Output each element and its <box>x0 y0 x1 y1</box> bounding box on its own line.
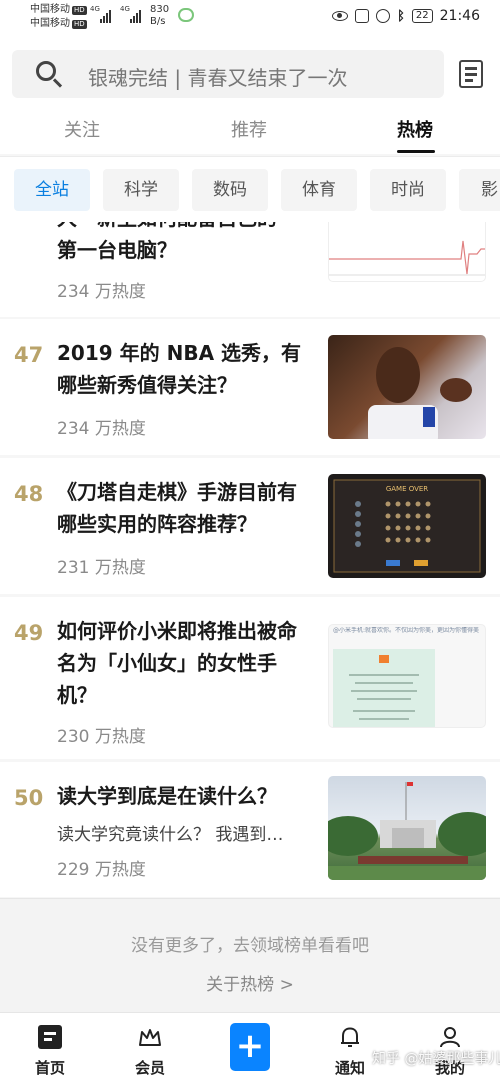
chart-thumbnail <box>329 240 485 276</box>
search-input[interactable]: 银魂完结 | 青春又结束了一次 <box>88 62 347 91</box>
battery-icon: 22 <box>411 9 433 23</box>
item-excerpt: 读大学究竟读什么？ 我遇到… <box>57 825 284 845</box>
tab-hot[interactable]: 热榜 <box>397 116 433 142</box>
add-button[interactable]: + <box>230 1023 270 1071</box>
chip-all[interactable]: 全站 <box>14 169 90 211</box>
eye-comfort-icon <box>332 11 349 21</box>
chip-sports[interactable]: 体育 <box>281 169 357 211</box>
carrier-2: 中国移动 HD <box>30 18 87 29</box>
list-item[interactable]: 50 读大学到底是在读什么？ 读大学究竟读什么？ 我遇到… 229 万热度 <box>0 762 500 897</box>
chip-fashion[interactable]: 时尚 <box>370 169 446 211</box>
nav-home-label: 首页 <box>34 1059 65 1077</box>
photo-basketball-player <box>368 347 472 439</box>
nfc-icon <box>355 9 370 23</box>
item-rank: 49 <box>14 621 44 645</box>
person-icon <box>440 1027 460 1048</box>
crown-icon <box>139 1029 161 1046</box>
item-thumbnail <box>328 222 486 282</box>
svg-text:GAME OVER: GAME OVER <box>386 485 428 493</box>
item-title: 读大学到底是在读什么？ <box>57 784 277 808</box>
item-heat: 230 万热度 <box>57 727 146 747</box>
write-icon[interactable] <box>459 60 483 88</box>
bluetooth-icon: ᛒ <box>397 8 405 24</box>
about-hot-list-link[interactable]: 关于热榜 > <box>0 970 500 995</box>
search-icon <box>36 61 56 81</box>
item-rank: 48 <box>14 482 44 506</box>
item-thumbnail <box>328 776 486 880</box>
carrier-1: 中国移动 HD <box>30 4 87 15</box>
item-title: 如何评价小米即将推出被命名为「小仙女」的女性手机？ <box>57 619 297 707</box>
clock: 21:46 <box>439 8 480 24</box>
item-thumbnail: @小米手机:就喜欢你。不仅因为你美，更因为你懂得美 <box>328 624 486 728</box>
item-thumbnail <box>328 335 486 439</box>
watermark: 知乎 @姑婆那些事儿 <box>372 1051 500 1067</box>
status-icons: ᛒ 22 21:46 <box>332 8 480 24</box>
tab-follow[interactable]: 关注 <box>64 116 100 142</box>
item-heat: 231 万热度 <box>57 558 146 578</box>
nav-vip[interactable]: 会员 <box>110 1013 190 1083</box>
item-title: 《刀塔自走棋》手游目前有哪些实用的阵容推荐？ <box>57 480 297 536</box>
search-bar[interactable]: 银魂完结 | 青春又结束了一次 <box>12 50 444 98</box>
status-bar: 中国移动 HD 中国移动 HD 4G 4G 830 B/s ᛒ 22 21:46 <box>0 0 500 36</box>
item-title: 大一新生如何配备自己的 第一台电脑？ <box>57 222 277 262</box>
item-heat: 229 万热度 <box>57 860 146 880</box>
network-speed: 830 B/s <box>150 4 170 27</box>
chip-science[interactable]: 科学 <box>103 169 179 211</box>
signal-icon: 4G <box>90 5 111 23</box>
signal-icon: 4G <box>120 5 141 23</box>
nav-vip-label: 会员 <box>134 1059 165 1077</box>
item-rank: 50 <box>14 786 44 810</box>
nav-home[interactable]: 首页 <box>10 1013 90 1083</box>
feed-tabs: 关注 推荐 热榜 <box>0 114 500 154</box>
wechat-notification-icon <box>178 8 194 22</box>
category-chips: 全站 科学 数码 体育 时尚 影 <box>0 156 500 222</box>
bell-icon <box>341 1027 359 1047</box>
weibo-post-screenshot: @小米手机:就喜欢你。不仅因为你美，更因为你懂得美 <box>333 627 479 727</box>
item-heat: 234 万热度 <box>57 282 146 302</box>
list-item[interactable]: 48 《刀塔自走棋》手游目前有哪些实用的阵容推荐？ 231 万热度 GAME O… <box>0 458 500 594</box>
campus-photo <box>328 782 486 880</box>
chip-digital[interactable]: 数码 <box>192 169 268 211</box>
list-item[interactable]: 49 如何评价小米即将推出被命名为「小仙女」的女性手机？ 230 万热度 @小米… <box>0 597 500 759</box>
tab-recommend[interactable]: 推荐 <box>231 116 267 142</box>
item-rank: 47 <box>14 343 44 367</box>
list-item[interactable]: 47 2019 年的 NBA 选秀，有哪些新秀值得关注？ 234 万热度 <box>0 319 500 455</box>
item-heat: 234 万热度 <box>57 419 146 439</box>
no-more-text: 没有更多了，去领域榜单看看吧 <box>131 936 369 956</box>
top-bar: 银魂完结 | 青春又结束了一次 关注 推荐 热榜 <box>0 36 500 154</box>
game-over-screenshot: GAME OVER <box>333 479 481 573</box>
item-thumbnail: GAME OVER <box>328 474 486 578</box>
list-item[interactable]: 大一新生如何配备自己的 第一台电脑？ 234 万热度 <box>0 222 500 317</box>
home-icon <box>38 1025 62 1049</box>
active-tab-indicator <box>397 150 435 153</box>
item-title: 2019 年的 NBA 选秀，有哪些新秀值得关注？ <box>57 341 302 397</box>
chip-film[interactable]: 影 <box>459 169 500 211</box>
alarm-icon <box>376 9 391 23</box>
end-of-list-note: 没有更多了，去领域榜单看看吧 关于热榜 > <box>0 898 500 1012</box>
hot-list: 大一新生如何配备自己的 第一台电脑？ 234 万热度 47 2019 年的 NB… <box>0 222 500 897</box>
